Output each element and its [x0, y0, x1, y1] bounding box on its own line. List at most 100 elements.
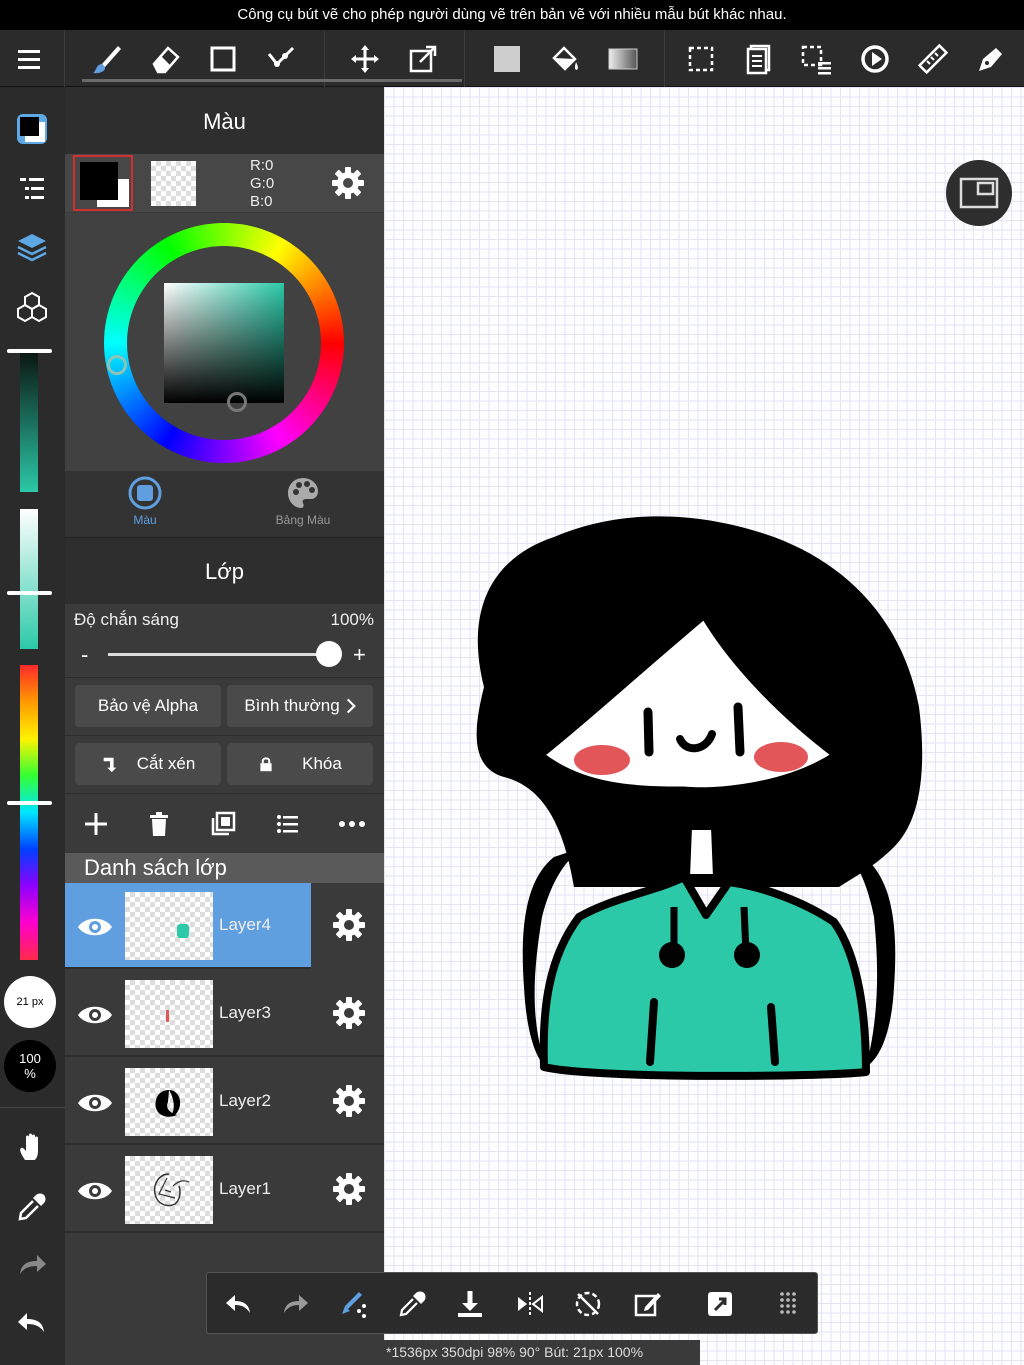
opacity-minus-button[interactable]: - — [81, 642, 88, 668]
caption-bar: Công cụ bút vẽ cho phép người dùng vẽ tr… — [0, 0, 1024, 30]
layer-settings-gear-icon[interactable] — [331, 1171, 367, 1207]
hue-slider[interactable] — [20, 665, 38, 960]
sv-handle[interactable] — [227, 392, 247, 412]
layer-settings-gear-icon[interactable] — [331, 907, 367, 943]
layer-list-header: Danh sách lớp — [65, 853, 384, 883]
side-panel: Màu R:0 G:0 B:0 Màu Bảng Màu Lớp Độ chắn… — [65, 87, 384, 1365]
download-icon[interactable] — [451, 1285, 489, 1323]
drawing-canvas[interactable] — [384, 87, 1024, 1365]
clip-button[interactable]: Cắt xén — [75, 743, 221, 785]
layer-thumbnail — [125, 1156, 213, 1224]
protect-alpha-button[interactable]: Bảo vệ Alpha — [75, 685, 221, 727]
snap-icon[interactable] — [335, 1285, 373, 1323]
duplicate-layer-icon[interactable] — [208, 809, 238, 839]
undo-icon[interactable] — [219, 1285, 257, 1323]
rotate-reset-icon[interactable] — [569, 1285, 607, 1323]
saturation-value-square[interactable] — [164, 283, 284, 403]
layers-icon[interactable] — [8, 223, 56, 271]
opacity-slider-handle[interactable] — [316, 641, 342, 667]
rotate-icon[interactable] — [852, 36, 898, 82]
lock-icon — [260, 757, 272, 772]
layer-name: Layer4 — [219, 915, 271, 934]
eye-icon[interactable] — [75, 1083, 115, 1123]
layer-settings-gear-icon[interactable] — [331, 995, 367, 1031]
transform-icon[interactable] — [400, 36, 446, 82]
brush-list-icon[interactable] — [8, 165, 56, 213]
primary-color-swatch[interactable] — [73, 155, 133, 211]
eye-icon[interactable] — [75, 907, 115, 947]
layer-settings-gear-icon[interactable] — [331, 1083, 367, 1119]
layer-name: Layer1 — [219, 1179, 271, 1198]
menu-icon[interactable] — [6, 36, 52, 82]
pen-tool-icon[interactable] — [968, 36, 1014, 82]
gradient-icon[interactable] — [600, 36, 646, 82]
layer-row-layer3[interactable]: Layer3 — [65, 971, 384, 1057]
brush-icon[interactable] — [84, 36, 130, 82]
opacity-plus-button[interactable]: + — [353, 642, 366, 668]
layer-thumbnail — [125, 1068, 213, 1136]
lock-label: Khóa — [302, 754, 342, 773]
rgb-b: B:0 — [250, 193, 273, 210]
hue-ring-handle[interactable] — [107, 355, 127, 375]
toolbar-group-underline — [82, 79, 324, 82]
opacity-label: Độ chắn sáng — [74, 610, 179, 629]
value-slider[interactable] — [20, 352, 38, 492]
share-icon[interactable] — [701, 1285, 739, 1323]
eyedropper-icon[interactable] — [393, 1285, 431, 1323]
brush-opacity-label: 100 % — [19, 1051, 41, 1081]
tab-palette[interactable]: Bảng Màu — [263, 475, 343, 535]
layer-name: Layer3 — [219, 1003, 271, 1022]
eraser-icon[interactable] — [142, 36, 188, 82]
layer-row-layer4[interactable]: Layer4 — [65, 883, 384, 969]
color-swatch-icon[interactable] — [8, 105, 56, 153]
select-menu-icon[interactable] — [794, 36, 840, 82]
delete-layer-icon[interactable] — [144, 809, 174, 839]
eye-icon[interactable] — [75, 1171, 115, 1211]
bucket-icon[interactable] — [542, 36, 588, 82]
flip-icon[interactable] — [511, 1285, 549, 1323]
tab-color[interactable]: Màu — [105, 475, 185, 535]
select-icon[interactable] — [678, 36, 724, 82]
connect-icon[interactable] — [258, 36, 304, 82]
tab-color-label: Màu — [133, 513, 157, 527]
toolbar-group-underline — [324, 79, 462, 82]
eye-icon[interactable] — [75, 995, 115, 1035]
canvas-artwork — [476, 516, 923, 1080]
undo-icon[interactable] — [8, 1299, 56, 1347]
add-layer-icon[interactable] — [81, 809, 111, 839]
move-icon[interactable] — [342, 36, 388, 82]
layer-list-icon[interactable] — [273, 809, 303, 839]
materials-icon[interactable] — [8, 283, 56, 331]
copy-layer-icon[interactable] — [736, 36, 782, 82]
redo-icon[interactable] — [277, 1285, 315, 1323]
more-options-icon[interactable] — [337, 809, 367, 839]
rgb-r: R:0 — [250, 157, 274, 174]
saturation-slider-handle[interactable] — [7, 591, 52, 595]
clip-arrow-icon — [103, 757, 117, 773]
value-slider-handle[interactable] — [7, 349, 52, 353]
layer-list-title: Danh sách lớp — [84, 855, 227, 880]
top-toolbar — [0, 30, 1024, 87]
chevron-right-icon — [346, 698, 356, 714]
opacity-slider-track[interactable] — [108, 653, 328, 656]
saturation-slider[interactable] — [20, 509, 38, 649]
layer-row-layer2[interactable]: Layer2 — [65, 1059, 384, 1145]
hand-icon[interactable] — [8, 1123, 56, 1171]
ruler-icon[interactable] — [910, 36, 956, 82]
hue-slider-handle[interactable] — [7, 801, 52, 805]
lock-button[interactable]: Khóa — [227, 743, 373, 785]
redo-icon[interactable] — [8, 1241, 56, 1289]
color-settings-gear-icon[interactable] — [330, 165, 366, 201]
brush-opacity-button[interactable]: 100 % — [4, 1040, 56, 1092]
fill-color-icon[interactable] — [484, 36, 530, 82]
rect-icon[interactable] — [200, 36, 246, 82]
edit-canvas-icon[interactable] — [629, 1285, 667, 1323]
eyedropper-icon[interactable] — [8, 1183, 56, 1231]
layer-thumbnail — [125, 892, 213, 960]
color-panel-title: Màu — [203, 109, 246, 134]
grid-icon[interactable] — [769, 1285, 807, 1323]
secondary-color-swatch[interactable] — [151, 161, 196, 206]
brush-size-button[interactable]: 21 px — [4, 976, 56, 1028]
blend-mode-button[interactable]: Bình thường — [227, 685, 373, 727]
layer-row-layer1[interactable]: Layer1 — [65, 1147, 384, 1233]
